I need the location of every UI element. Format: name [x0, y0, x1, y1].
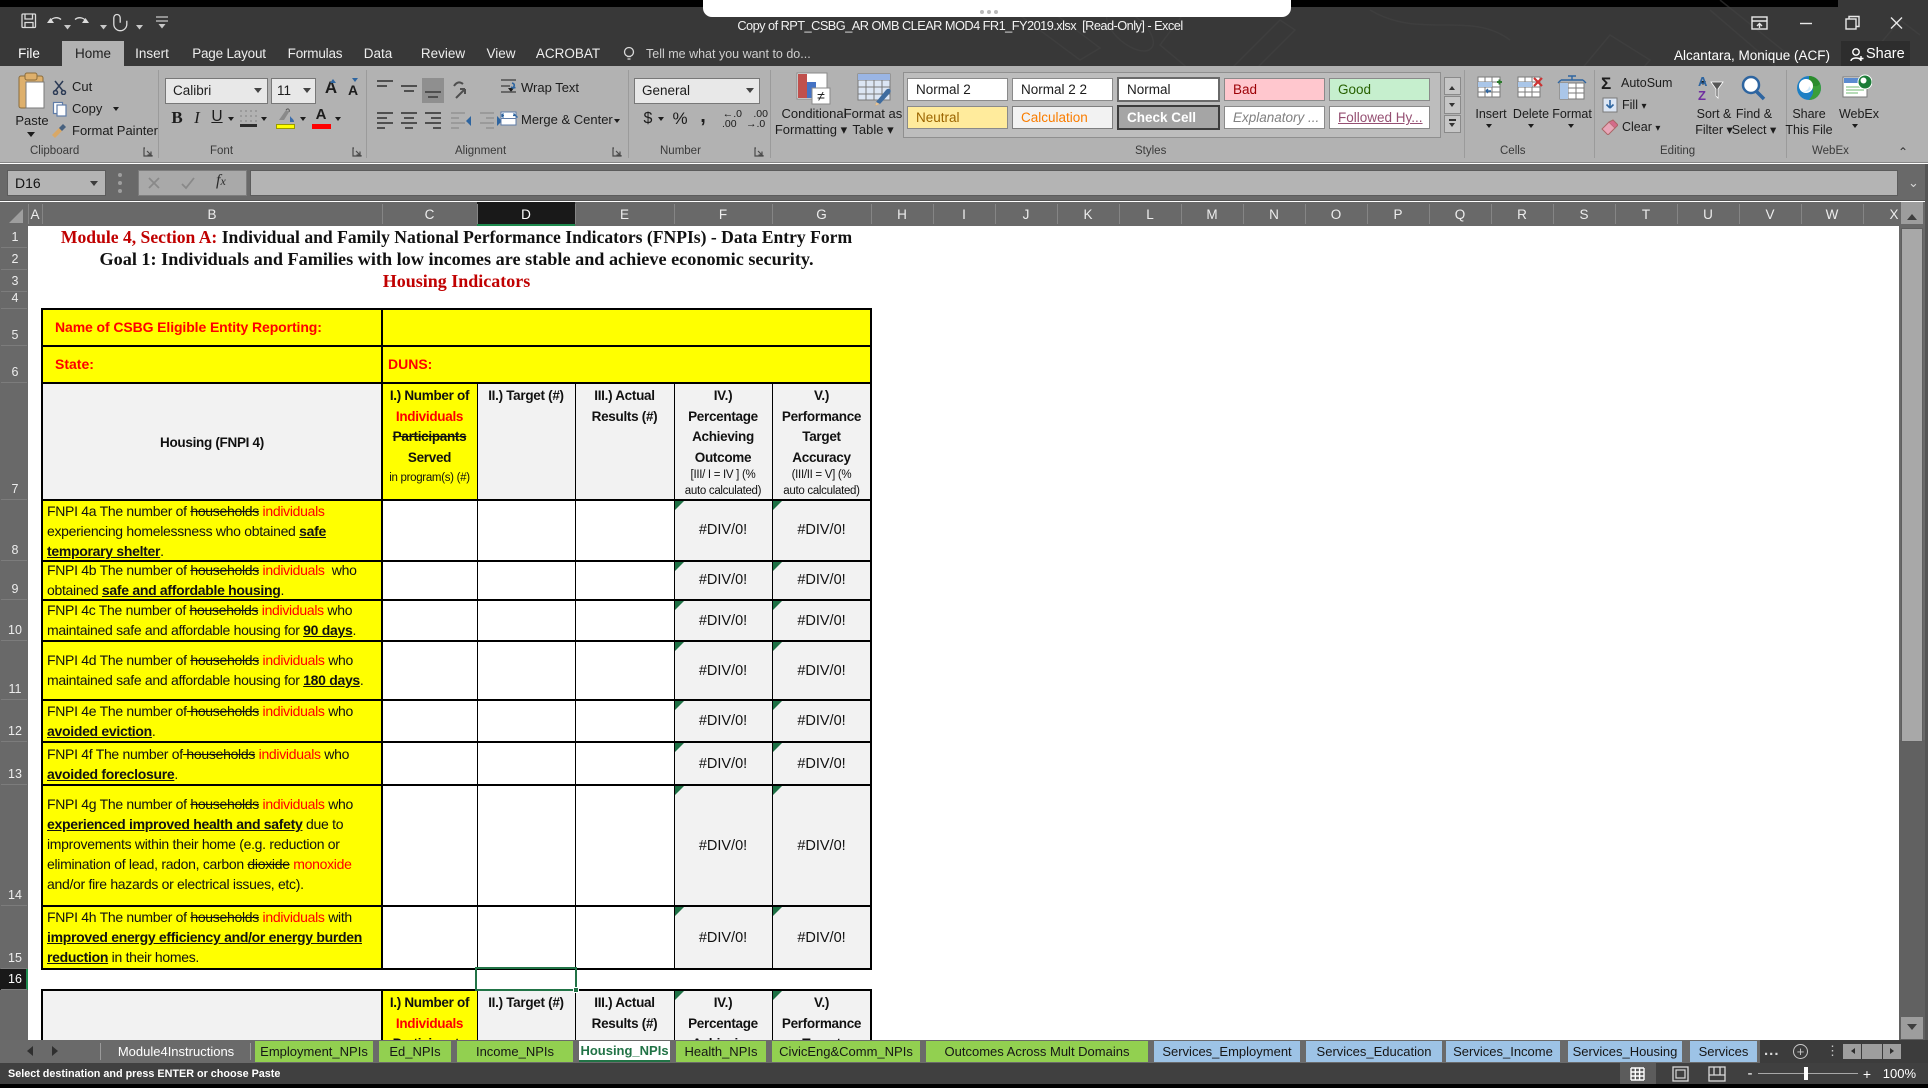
svg-text:Z: Z: [1698, 88, 1706, 103]
svg-text:A: A: [1698, 74, 1708, 89]
svg-text:≠: ≠: [817, 88, 825, 104]
